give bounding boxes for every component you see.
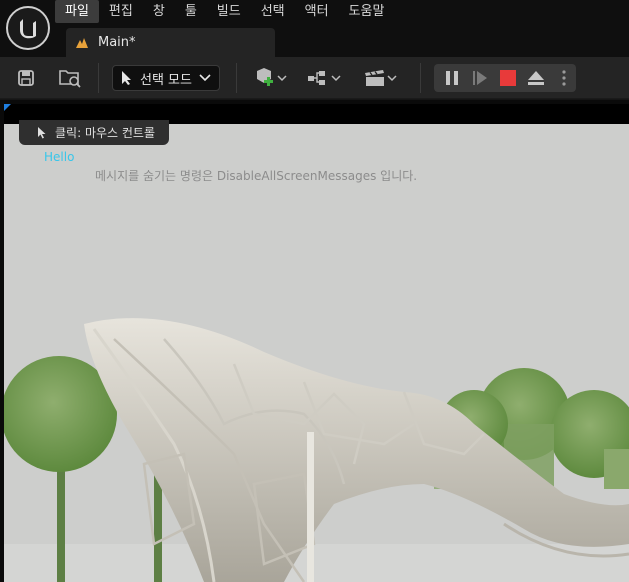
menu-item[interactable]: 액터	[295, 0, 339, 23]
unreal-engine-logo-icon[interactable]	[6, 6, 50, 50]
frame-skip-icon[interactable]	[471, 69, 489, 87]
cinematics-button[interactable]	[360, 65, 400, 91]
chevron-down-icon	[277, 74, 287, 81]
select-mode-icon	[122, 71, 131, 85]
screen-message-hint: 메시지를 숨기는 명령은 DisableAllScreenMessages 입니…	[95, 169, 418, 183]
selection-mode-label: 선택 모드	[140, 72, 192, 88]
main-toolbar: 선택 모드	[0, 57, 629, 99]
level-viewport[interactable]	[4, 124, 629, 582]
scene-render	[4, 124, 629, 582]
save-icon	[18, 70, 34, 86]
add-actor-button[interactable]	[250, 65, 290, 91]
pause-icon[interactable]	[443, 69, 461, 87]
add-actor-icon	[257, 68, 273, 86]
save-button[interactable]	[14, 65, 38, 91]
content-browser-icon	[59, 70, 81, 88]
mouse-control-hint-label: 클릭: 마우스 컨트롤	[55, 126, 155, 140]
eject-icon[interactable]	[527, 69, 545, 87]
toolbar-separator	[420, 63, 421, 93]
content-browser-button[interactable]	[56, 65, 84, 91]
chevron-down-icon	[387, 74, 397, 81]
chevron-down-icon	[199, 74, 211, 82]
more-options-icon[interactable]	[555, 69, 573, 87]
menu-bar: 파일 편집 창 툴 빌드 선택 액터 도움말	[55, 0, 394, 24]
cursor-icon	[38, 126, 46, 138]
toolbar-separator	[98, 63, 99, 93]
title-bar: 파일 편집 창 툴 빌드 선택 액터 도움말 Main*	[0, 0, 629, 57]
level-icon	[76, 37, 88, 48]
blueprint-icon	[308, 71, 325, 85]
menu-item[interactable]: 툴	[175, 0, 207, 23]
menu-item[interactable]: 빌드	[207, 0, 251, 23]
menu-item[interactable]: 파일	[55, 0, 99, 23]
menu-item[interactable]: 선택	[251, 0, 295, 23]
play-controls	[434, 64, 576, 92]
stop-icon[interactable]	[499, 69, 517, 87]
document-tab-label: Main*	[98, 35, 136, 50]
toolbar-separator	[236, 63, 237, 93]
blueprint-button[interactable]	[304, 65, 344, 91]
menu-item[interactable]: 편집	[99, 0, 143, 23]
selection-mode-dropdown[interactable]: 선택 모드	[112, 65, 220, 91]
clapperboard-icon	[365, 70, 384, 86]
mouse-control-hint: 클릭: 마우스 컨트롤	[19, 120, 169, 145]
menu-item[interactable]: 도움말	[339, 0, 395, 23]
chevron-down-icon	[331, 74, 341, 81]
menu-item[interactable]: 창	[143, 0, 175, 23]
document-tab-main[interactable]: Main*	[66, 28, 275, 57]
viewport-focus-marker	[4, 104, 11, 111]
screen-message-hello: Hello	[44, 150, 75, 164]
